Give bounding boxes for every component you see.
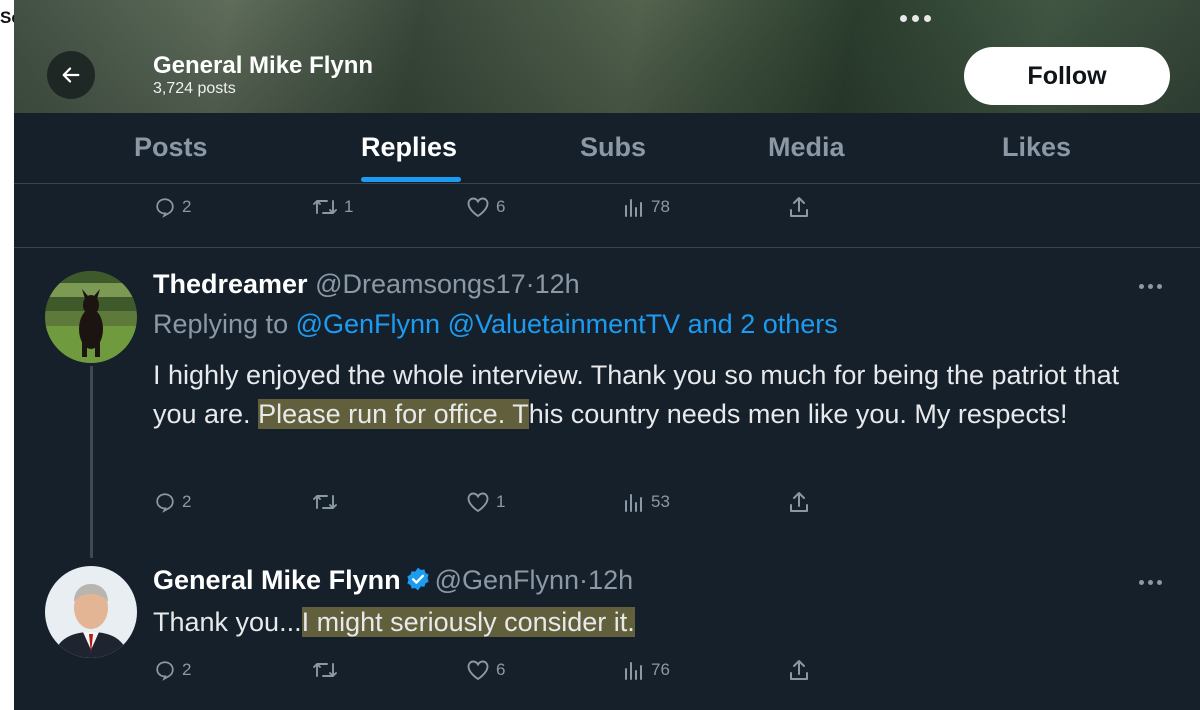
share-icon [790, 197, 808, 217]
mention-link[interactable]: @GenFlynn [296, 309, 440, 339]
reply-button[interactable]: 2 [154, 196, 191, 218]
header-name: General Mike Flynn [153, 52, 374, 79]
reply-icon [156, 493, 174, 513]
tweet-header: General Mike Flynn @GenFlynn·12h [153, 565, 633, 596]
more-options-icon[interactable] [900, 10, 936, 26]
views-icon [625, 494, 642, 512]
heart-icon [467, 197, 489, 218]
share-icon [790, 660, 808, 680]
tweet-text-part: his country needs men like you. My respe… [528, 399, 1068, 429]
tweet-time[interactable]: 12h [535, 269, 580, 299]
share-button[interactable] [788, 195, 810, 219]
views-icon [625, 662, 642, 680]
tweet-text: Thank you...I might seriously consider i… [153, 603, 1163, 642]
replying-prefix: Replying to [153, 309, 289, 339]
retweet-button[interactable]: 1 [312, 196, 353, 218]
like-count: 6 [496, 197, 506, 216]
avatar[interactable] [45, 566, 137, 658]
dot-separator: · [579, 565, 589, 595]
verified-badge-icon [406, 567, 429, 591]
active-tab-indicator [361, 177, 461, 182]
like-count: 1 [496, 492, 506, 511]
like-count: 6 [496, 660, 506, 679]
tweet-more-icon[interactable] [1139, 284, 1162, 289]
dog-avatar-image [45, 271, 137, 363]
avatar[interactable] [45, 271, 137, 363]
tweet-more-icon[interactable] [1139, 580, 1162, 585]
profile-header: General Mike Flynn 3,724 posts Follow [14, 0, 1200, 113]
tab-likes[interactable]: Likes [1002, 132, 1071, 163]
share-button[interactable] [788, 490, 810, 514]
views-icon [625, 199, 642, 217]
dot-separator: · [525, 269, 535, 299]
mention-link[interactable]: @ValuetainmentTV [448, 309, 681, 339]
arrow-left-icon [62, 67, 80, 83]
heart-icon [467, 492, 489, 513]
views-count: 53 [651, 492, 670, 511]
retweet-icon [313, 663, 337, 677]
highlighted-text: Please run for office. T [258, 399, 529, 429]
author-name[interactable]: Thedreamer [153, 269, 308, 299]
tweet-text: I highly enjoyed the whole interview. Th… [153, 356, 1163, 434]
tweet-text-part: Thank you... [153, 607, 302, 637]
share-button[interactable] [788, 658, 810, 682]
retweet-button[interactable] [312, 659, 338, 681]
reply-count: 2 [182, 492, 192, 511]
reply-count: 2 [182, 197, 192, 216]
author-name[interactable]: General Mike Flynn [153, 565, 401, 595]
views-count: 76 [651, 660, 670, 679]
tab-media[interactable]: Media [768, 132, 845, 163]
author-handle[interactable]: @GenFlynn [435, 565, 579, 595]
tweet-divider [14, 247, 1200, 248]
heart-icon [467, 660, 489, 681]
reply-count: 2 [182, 660, 192, 679]
reply-button[interactable]: 2 [154, 491, 191, 513]
views-count: 78 [651, 197, 670, 216]
highlighted-text: I might seriously consider it. [301, 607, 635, 637]
tweet-header: Thedreamer @Dreamsongs17·12h [153, 269, 580, 300]
views-button[interactable]: 78 [623, 196, 670, 218]
retweet-icon [313, 495, 337, 509]
profile-frame: General Mike Flynn 3,724 posts Follow Po… [14, 0, 1200, 710]
reply-icon [156, 661, 174, 681]
profile-tabs: Posts Replies Subs Media Likes [14, 113, 1200, 184]
share-icon [790, 492, 808, 512]
tweet-time[interactable]: 12h [588, 565, 633, 595]
replying-to: Replying to @GenFlynn @ValuetainmentTV a… [153, 309, 838, 340]
profile-photo-image [45, 566, 137, 658]
retweet-button[interactable] [312, 491, 338, 513]
like-button[interactable]: 1 [466, 491, 505, 513]
tab-replies[interactable]: Replies [361, 132, 457, 163]
thread-line [90, 366, 93, 558]
follow-button[interactable]: Follow [964, 47, 1170, 105]
views-button[interactable]: 53 [623, 491, 670, 513]
back-button[interactable] [47, 51, 95, 99]
header-post-count: 3,724 posts [153, 80, 236, 97]
reply-button[interactable]: 2 [154, 659, 191, 681]
views-button[interactable]: 76 [623, 659, 670, 681]
like-button[interactable]: 6 [466, 196, 505, 218]
tab-posts[interactable]: Posts [134, 132, 208, 163]
retweet-icon [313, 200, 337, 214]
reply-icon [156, 198, 174, 218]
author-handle[interactable]: @Dreamsongs17 [315, 269, 526, 299]
like-button[interactable]: 6 [466, 659, 505, 681]
tab-subs[interactable]: Subs [580, 132, 646, 163]
mention-others-link[interactable]: and 2 others [688, 309, 838, 339]
retweet-count: 1 [344, 197, 354, 216]
